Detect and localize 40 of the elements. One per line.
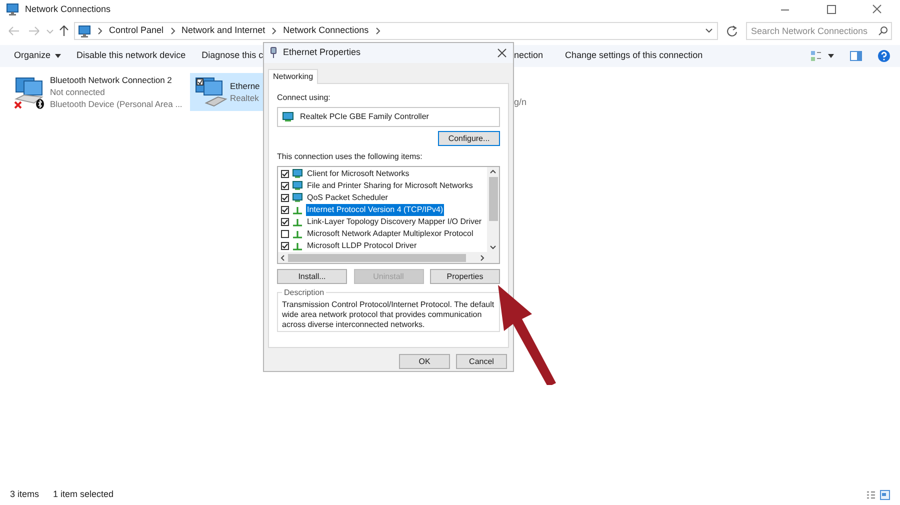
breadcrumb-item[interactable]: Network and Internet (182, 24, 266, 38)
connection-device: Realtek (230, 92, 260, 104)
connection-status: Not connected (50, 86, 106, 98)
address-bar[interactable]: Control Panel Network and Internet Network Connections (74, 22, 718, 40)
group-title: Description (282, 287, 326, 299)
action-button[interactable]: Properties (430, 269, 500, 284)
toolbar-button[interactable]: Disable this network device (76, 49, 186, 63)
description-text: Transmission Control Protocol/Internet Protocol. The default wide area network protocol that provides communication across diverse interconnected networks. (282, 300, 495, 330)
configure-button[interactable]: Configure... (438, 131, 500, 146)
breadcrumb-item[interactable]: Control Panel (109, 24, 164, 38)
connection-device: Bluetooth Device (Personal Area ... (50, 98, 182, 110)
selection-status: 1 item selected (53, 488, 114, 501)
list-item[interactable]: Link-Layer Topology Discovery Mapper I/O Driver (306, 216, 483, 228)
list-item[interactable]: Internet Protocol Version 4 (TCP/IPv4) (306, 204, 444, 216)
connection-item[interactable]: Bluetooth Network Connection 2 Not connected Bluetooth Device (Personal Area ... (10, 73, 186, 111)
dialog-button[interactable]: Cancel (456, 354, 507, 369)
breadcrumb-item[interactable]: Network Connections (283, 24, 369, 38)
window-title: Network Connections (25, 2, 111, 16)
action-button[interactable]: Install... (277, 269, 347, 284)
toolbar-button[interactable]: Change settings of this connection (565, 49, 703, 63)
field-label: Connect using: (277, 92, 332, 104)
list-item[interactable]: QoS Packet Scheduler (306, 192, 389, 204)
tab[interactable]: Networking (268, 69, 318, 84)
search-field[interactable]: Search Network Connections (746, 22, 892, 40)
item-count: 3 items (10, 488, 40, 501)
list-item[interactable]: Microsoft LLDP Protocol Driver (306, 240, 418, 252)
connection-name: Etherne (230, 80, 260, 92)
list-item[interactable]: Client for Microsoft Networks (306, 168, 410, 180)
toolbar-button[interactable]: Diagnose this c (202, 49, 264, 63)
toolbar-button[interactable]: nection (514, 49, 544, 63)
connection-device: g/n (514, 96, 527, 109)
connection-name: Bluetooth Network Connection 2 (50, 74, 173, 86)
adapter-name: Realtek PCIe GBE Family Controller (300, 111, 429, 123)
list-item[interactable]: File and Printer Sharing for Microsoft Networks (306, 180, 474, 192)
list-item[interactable]: Microsoft Network Adapter Multiplexor Protocol (306, 228, 474, 240)
dialog-title: Ethernet Properties (283, 46, 361, 60)
toolbar-button[interactable]: Organize (14, 49, 61, 63)
connection-item[interactable]: Etherne Realtek (190, 73, 266, 111)
field-label: This connection uses the following items: (277, 151, 424, 163)
dialog-button[interactable]: OK (399, 354, 450, 369)
